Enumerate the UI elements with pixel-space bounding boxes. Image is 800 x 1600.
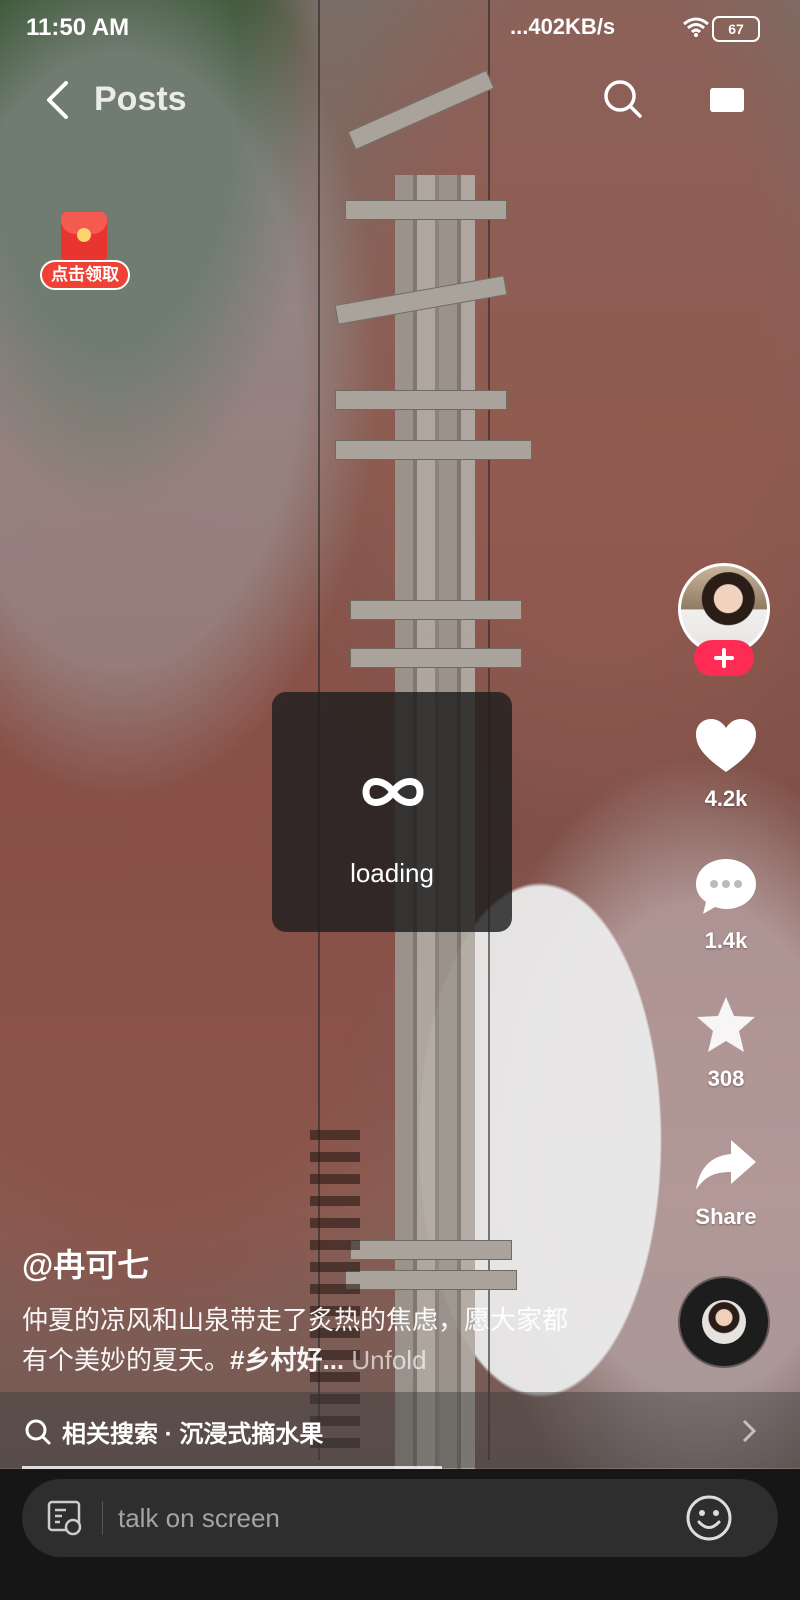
infinity-loading-icon [358, 772, 428, 817]
envelope-label: 点击领取 [40, 260, 130, 290]
search-icon [24, 1418, 52, 1451]
envelope-seal [77, 228, 91, 242]
danmaku-input[interactable]: talk on screen [22, 1479, 778, 1557]
share-label: Share [695, 1204, 757, 1229]
share-icon [696, 1140, 756, 1190]
danmaku-icon[interactable] [46, 1499, 84, 1542]
comment-icon [696, 859, 756, 914]
battery-icon: 67 [712, 16, 760, 42]
post-description: 仲夏的凉风和山泉带走了炙热的焦虑，愿大家都有个美妙的夏天。#乡村好... Unf… [22, 1300, 582, 1380]
bridge-plank [350, 1240, 512, 1260]
like-button[interactable]: 4.2k [688, 716, 764, 812]
cast-icon[interactable] [708, 86, 746, 119]
star-icon [697, 997, 755, 1052]
bridge-plank [335, 440, 532, 460]
status-bar: 11:50 AM ...402KB/s 67 [0, 0, 800, 56]
unfold-link[interactable]: Unfold [351, 1345, 426, 1375]
hashtag-link[interactable]: #乡村好... [230, 1345, 344, 1375]
red-envelope-button[interactable]: 点击领取 [40, 212, 130, 294]
bottom-bar: talk on screen [0, 1469, 800, 1600]
search-icon[interactable] [602, 78, 644, 125]
divider [102, 1501, 103, 1535]
bridge-plank [345, 1270, 517, 1290]
loading-overlay: loading [272, 692, 512, 932]
music-disc-button[interactable] [680, 1278, 768, 1366]
page-title: Posts [94, 80, 187, 118]
like-count: 4.2k [704, 786, 748, 811]
comment-count: 1.4k [704, 928, 748, 953]
back-icon[interactable] [44, 80, 70, 125]
chevron-right-icon [740, 1418, 758, 1449]
bridge-plank [345, 200, 507, 220]
share-button[interactable]: Share [688, 1136, 764, 1230]
related-search-bar[interactable]: 相关搜索 · 沉浸式摘水果 [0, 1392, 800, 1468]
status-time: 11:50 AM [26, 14, 130, 41]
related-search-label: 相关搜索 · 沉浸式摘水果 [62, 1421, 324, 1448]
comment-placeholder: talk on screen [118, 1503, 280, 1533]
loading-text: loading [350, 858, 434, 888]
network-speed: ...402KB/s [510, 14, 616, 39]
heart-icon [696, 719, 756, 772]
bridge-plank [335, 390, 507, 410]
battery-level: 67 [728, 21, 744, 37]
wifi-icon [682, 16, 710, 43]
bridge-plank [350, 600, 522, 620]
favorite-button[interactable]: 308 [688, 994, 764, 1092]
plus-icon [714, 648, 734, 668]
favorite-count: 308 [707, 1066, 745, 1091]
comment-button[interactable]: 1.4k [688, 856, 764, 954]
follow-button[interactable] [694, 640, 754, 676]
bridge-plank [350, 648, 522, 668]
author-username[interactable]: @冉可七 [22, 1240, 149, 1286]
music-cover [702, 1300, 746, 1344]
emoji-icon[interactable] [684, 1493, 734, 1548]
